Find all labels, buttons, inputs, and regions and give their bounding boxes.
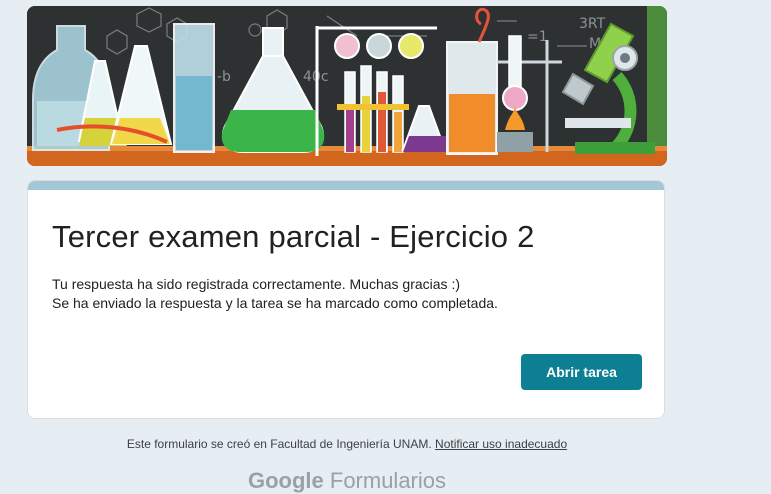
- svg-text:-b: -b: [217, 69, 231, 85]
- svg-text:3RT: 3RT: [579, 16, 606, 32]
- card-accent-bar: [28, 181, 664, 190]
- footer-notice: Este formulario se creó en Facultad de I…: [27, 437, 667, 451]
- confirmation-card: Tercer examen parcial - Ejercicio 2 Tu r…: [27, 180, 665, 419]
- confirmation-message: Tu respuesta ha sido registrada correcta…: [52, 276, 461, 292]
- google-forms-logo[interactable]: Google Formularios: [27, 468, 667, 494]
- report-abuse-link[interactable]: Notificar uso inadecuado: [435, 437, 567, 451]
- footer-created-text: Este formulario se creó en Facultad de I…: [126, 437, 432, 451]
- header-banner-image: 3RT M =1 40c -b: [27, 6, 667, 166]
- lab-illustration: 3RT M =1 40c -b: [27, 6, 667, 166]
- form-title: Tercer examen parcial - Ejercicio 2: [52, 219, 535, 254]
- forms-wordmark: Formularios: [329, 468, 447, 493]
- open-task-button[interactable]: Abrir tarea: [521, 354, 642, 390]
- svg-text:=1: =1: [527, 29, 548, 45]
- task-status-message: Se ha enviado la respuesta y la tarea se…: [52, 295, 498, 311]
- google-wordmark: Google: [247, 468, 324, 493]
